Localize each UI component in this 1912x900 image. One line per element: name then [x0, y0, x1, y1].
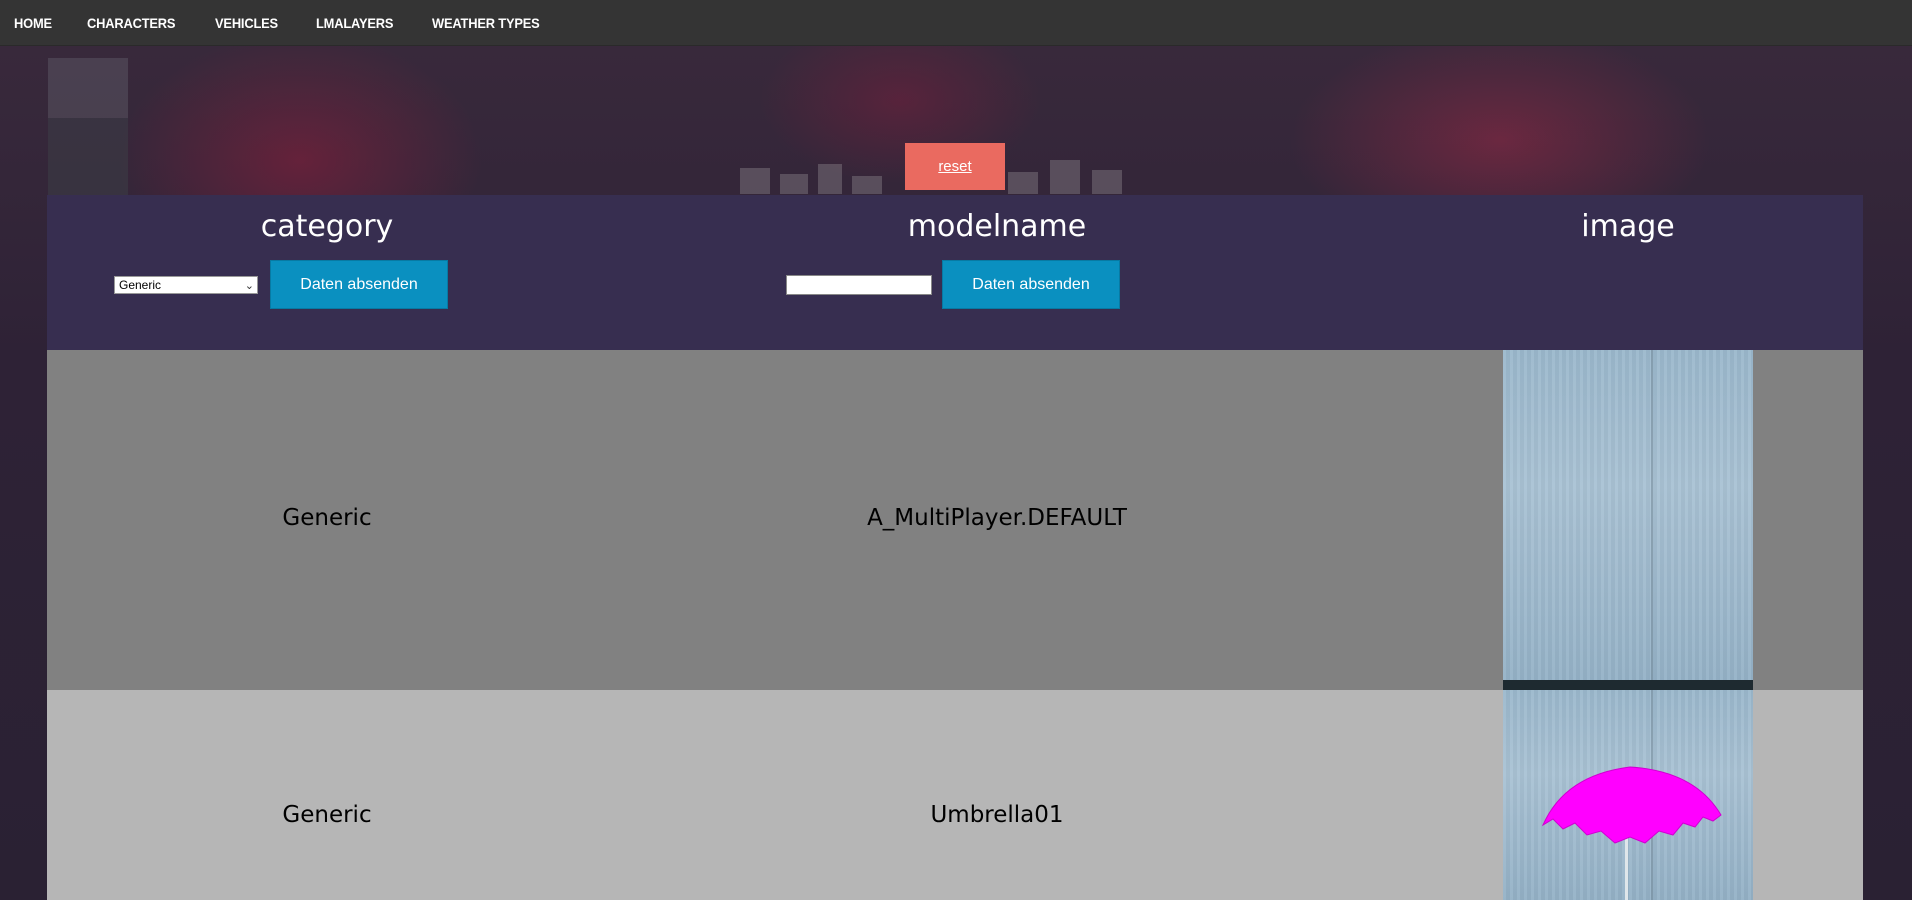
category-submit-button[interactable]: Daten absenden	[270, 260, 448, 309]
nav-characters[interactable]: CHARACTERS	[87, 15, 176, 31]
magenta-umbrella-thumbnail	[1503, 690, 1753, 900]
column-header-category: category	[260, 209, 394, 244]
concrete-wall-thumbnail	[1503, 350, 1753, 690]
column-header-image: image	[1581, 209, 1675, 244]
nav-vehicles[interactable]: VEHICLES	[215, 15, 278, 31]
table-header: category modelname image Generic ⌄ Daten…	[47, 195, 1863, 350]
row-modelname: A_MultiPlayer.DEFAULT	[867, 505, 1127, 531]
category-select[interactable]: Generic ⌄	[114, 276, 258, 294]
modelname-submit-button[interactable]: Daten absenden	[942, 260, 1120, 309]
table-row: Generic Umbrella01	[47, 690, 1863, 900]
background-decoration	[48, 58, 128, 118]
table-row: Generic A_MultiPlayer.DEFAULT	[47, 350, 1863, 690]
chevron-down-icon: ⌄	[244, 279, 254, 292]
nav-lmalayers[interactable]: LMALAYERS	[316, 15, 393, 31]
umbrella-icon	[1541, 766, 1722, 844]
category-select-value: Generic	[119, 278, 162, 292]
nav-weather-types[interactable]: WEATHER TYPES	[432, 15, 540, 31]
column-header-modelname: modelname	[907, 209, 1087, 244]
row-modelname: Umbrella01	[930, 802, 1064, 828]
models-table: category modelname image Generic ⌄ Daten…	[47, 195, 1863, 900]
top-navbar: HOME CHARACTERS VEHICLES LMALAYERS WEATH…	[0, 0, 1912, 46]
modelname-input[interactable]	[786, 275, 932, 295]
row-category: Generic	[282, 802, 372, 828]
row-category: Generic	[282, 505, 372, 531]
background-decoration	[48, 118, 128, 198]
reset-button[interactable]: reset	[905, 143, 1005, 190]
nav-home[interactable]: HOME	[14, 15, 52, 31]
